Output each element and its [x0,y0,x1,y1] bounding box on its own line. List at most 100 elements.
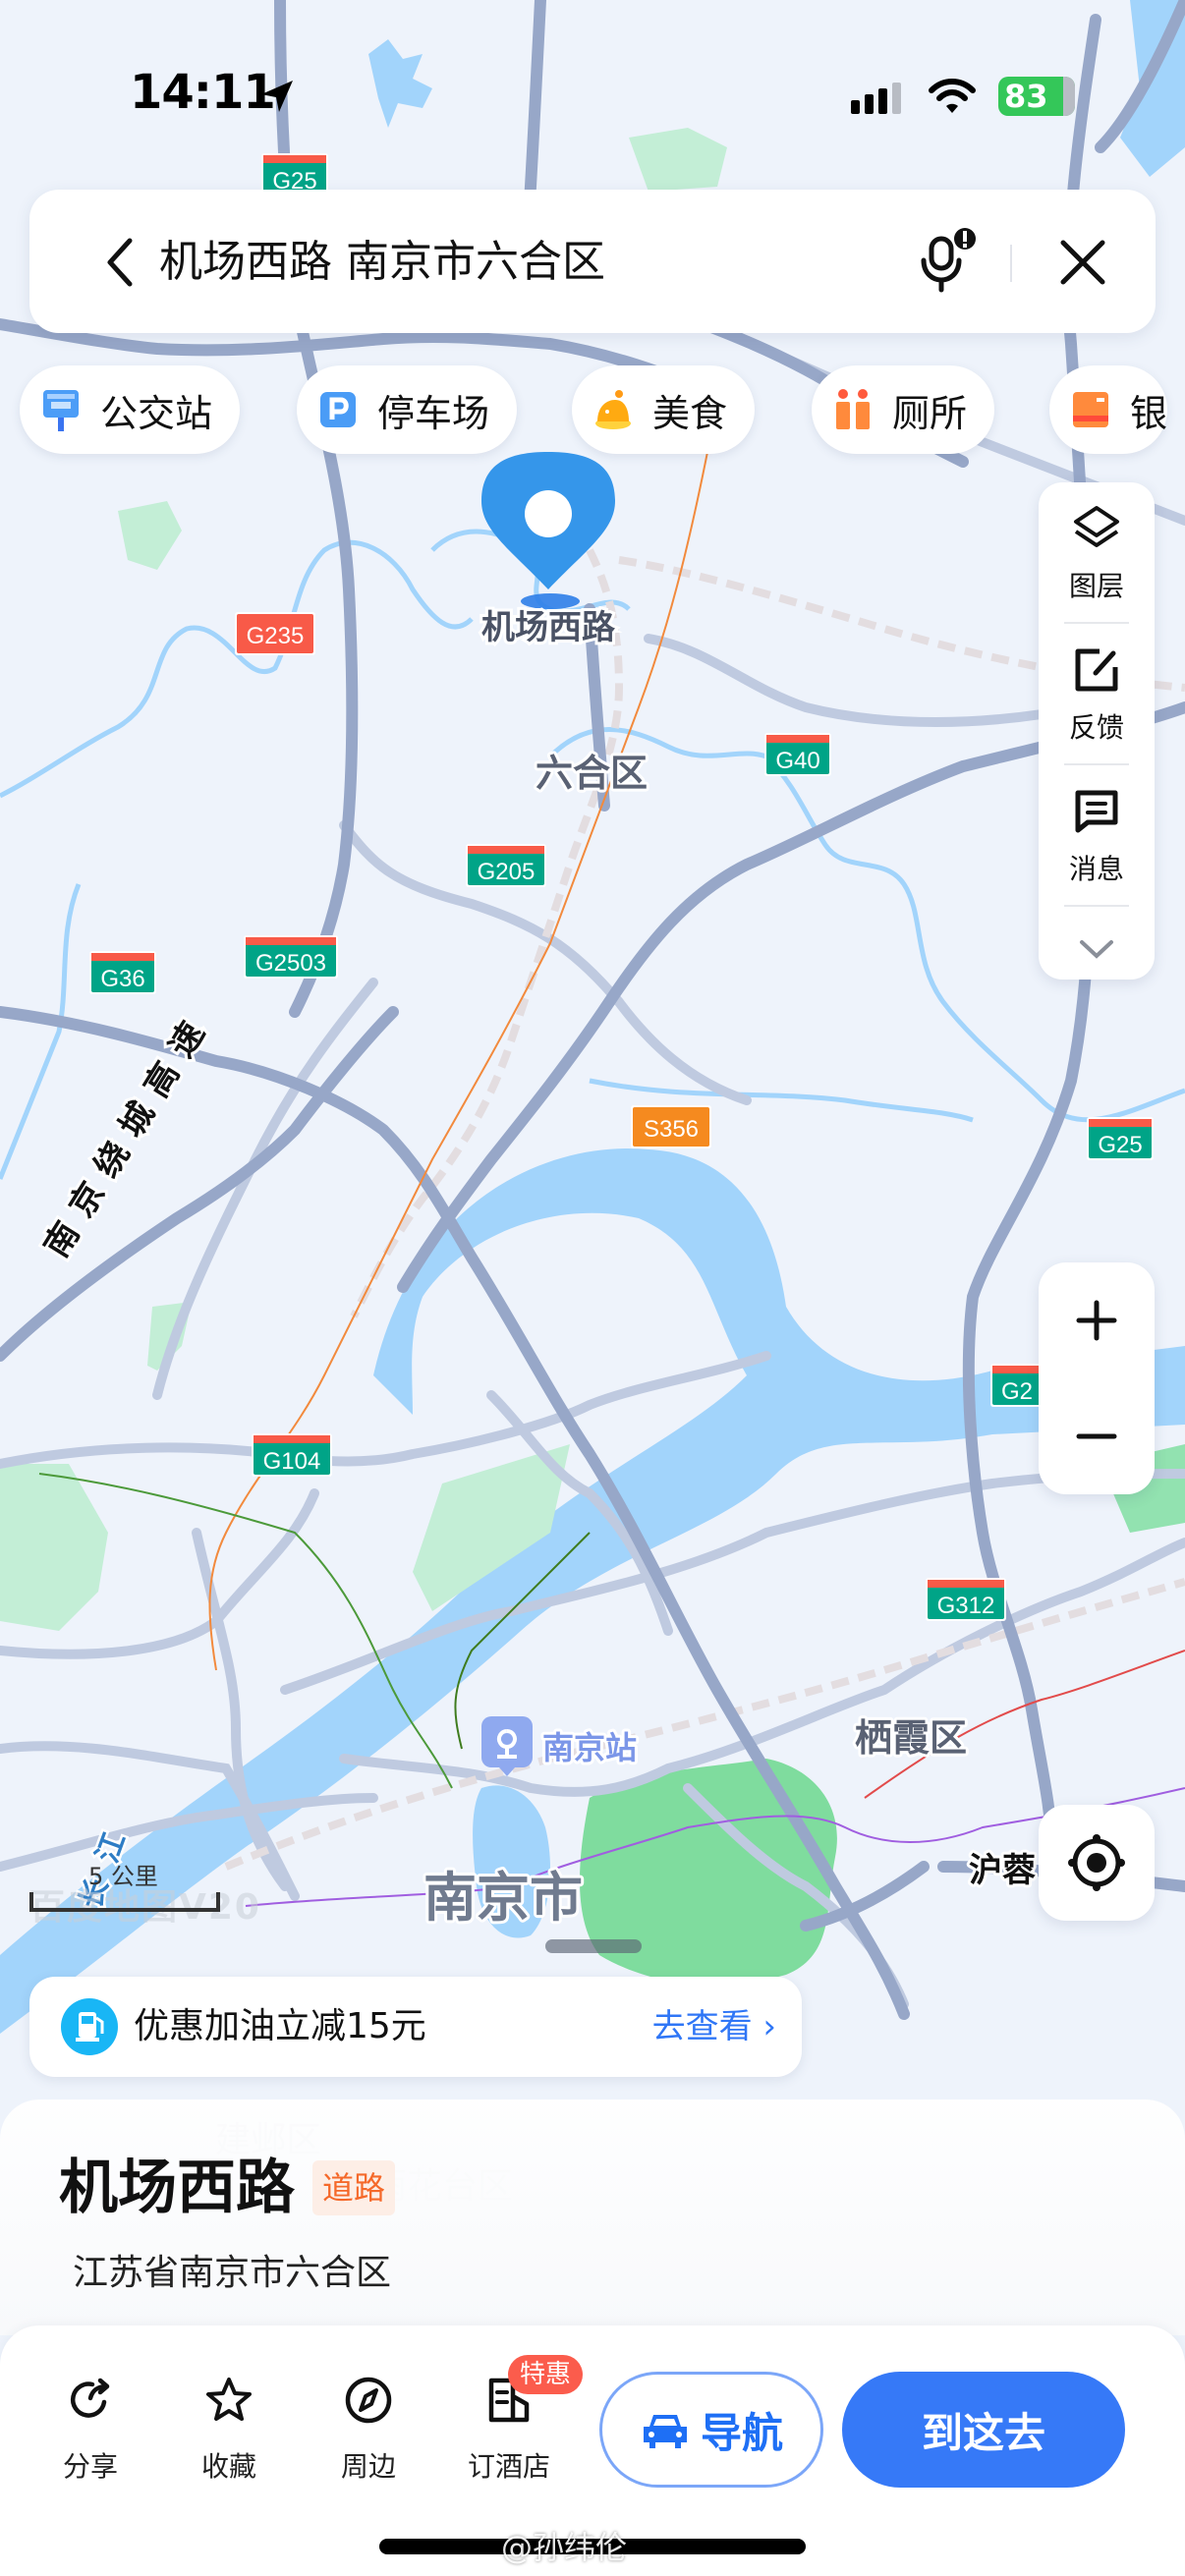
navigate-button[interactable]: 导航 [599,2372,823,2488]
bank-icon [1073,392,1108,427]
bus-stop-icon [43,390,79,431]
navigate-label: 导航 [700,2408,783,2457]
category-chip-toilet[interactable]: 厕所 [812,365,995,454]
promo-view-link[interactable]: 去查看 › [652,2000,776,2053]
highway-shield-g104: G104 [252,1433,332,1477]
location-arrow-icon [261,81,293,112]
category-label: 银 [1130,391,1168,435]
category-row: 公交站 停车场 美食 厕所 银 [0,365,1185,454]
category-label: 厕所 [892,391,968,435]
highway-shield-g205: G205 [466,844,546,887]
highway-shield-label: G235 [247,623,305,649]
tool-label: 消息 [1068,853,1124,885]
city-label-nanjing: 南京市 [423,1867,583,1929]
hotel-deal-badge: 特惠 [508,2355,584,2394]
plus-icon [1076,1300,1117,1341]
share-button[interactable]: 分享 [36,2375,144,2492]
battery-charging-icon: 83 [998,77,1075,116]
nearby-button[interactable]: 周边 [314,2375,423,2492]
tool-label: 图层 [1068,570,1124,602]
action-label: 订酒店 [467,2450,550,2483]
category-chip-parking[interactable]: 停车场 [297,365,518,454]
category-chip-bus-stop[interactable]: 公交站 [20,365,241,454]
highway-shield-label: G25 [1098,1132,1142,1158]
place-address: 江苏省南京市六合区 [73,2253,392,2293]
highway-shield-label: G40 [775,748,819,774]
favorite-button[interactable]: 收藏 [175,2375,283,2492]
food-icon [595,390,631,429]
cellular-signal-icon [851,83,901,114]
toilet-icon [836,389,870,429]
chevron-down-icon[interactable] [1076,936,1117,964]
status-time: 14:11 [130,65,276,120]
place-name: 机场西路 [59,2154,295,2222]
fuel-promo-banner[interactable]: 优惠加油立减15元 去查看 › [29,1977,802,2077]
zoom-in-button[interactable] [1039,1262,1155,1378]
locate-target-icon [1068,1834,1125,1891]
layers-icon [1074,506,1119,547]
highway-shield-g312: G312 [926,1578,1006,1621]
highway-shield-g25: G25 [1087,1117,1154,1160]
highway-shield-g2503: G2503 [244,935,338,979]
car-icon [643,2415,687,2448]
map-tool-panel: 图层 反馈 消息 [1039,482,1155,980]
category-chip-food[interactable]: 美食 [572,365,756,454]
highway-shield-g2: G2 [990,1364,1044,1407]
back-icon[interactable] [98,233,141,292]
fuel-pump-icon [61,1998,118,2055]
place-type-tag: 道路 [312,2160,396,2215]
map-scale: 5 公里 [29,1857,226,1916]
district-label-qixia: 栖霞区 [855,1716,967,1760]
scale-label: 5 公里 [88,1863,158,1890]
category-label: 公交站 [100,391,213,435]
highway-shield-g36: G36 [89,951,156,994]
wifi-icon [929,79,976,113]
action-label: 周边 [340,2450,396,2483]
weibo-watermark: @孙纬伦 [501,2529,628,2566]
highway-shield-label: G104 [263,1448,321,1475]
tool-layers[interactable]: 图层 [1039,482,1155,620]
action-label: 分享 [62,2450,118,2483]
zoom-control [1039,1262,1155,1494]
highway-shield-s356: S356 [631,1105,711,1148]
tool-divider [1064,905,1129,907]
highway-shield-g235: G235 [235,612,315,655]
highway-shield-label: G205 [478,859,536,885]
highway-shield-g40: G40 [764,733,831,776]
district-label-liuhe: 六合区 [536,752,648,795]
station-label-nanjing: 南京站 [542,1729,637,1766]
microphone-icon[interactable] [914,225,977,294]
close-icon[interactable] [1055,235,1110,290]
go-here-button[interactable]: 到这去 [842,2372,1125,2488]
my-location-button[interactable] [1039,1805,1155,1921]
promo-text: 优惠加油立减15元 [134,2006,426,2046]
search-input[interactable]: 机场西路 南京市六合区 [159,233,605,292]
highway-shield-label: S356 [644,1116,699,1143]
sheet-drag-handle[interactable] [545,1939,642,1953]
scale-bar [29,1892,220,1912]
highway-shield-label: G36 [100,966,144,992]
road-label-hurong: 沪蓉 [969,1851,1036,1890]
minus-icon [1076,1433,1117,1439]
parking-icon [320,392,356,427]
status-bar: 14:11 83 [0,0,1185,177]
search-divider [1010,245,1012,282]
pin-label: 机场西路 [481,608,616,647]
highway-shield-label: G2503 [255,950,326,977]
highway-shield-label: G2 [1001,1378,1033,1405]
highway-shield-label: G312 [937,1593,995,1619]
category-label: 美食 [652,391,728,435]
tool-feedback[interactable]: 反馈 [1039,624,1155,761]
tool-messages[interactable]: 消息 [1039,765,1155,903]
compass-icon [345,2377,392,2424]
place-info-sheet[interactable]: 机场西路 道路 江苏省南京市六合区 [0,2100,1185,2335]
share-icon [70,2378,110,2418]
message-icon [1075,790,1118,833]
category-chip-bank[interactable]: 银 [1049,365,1168,454]
battery-level: 83 [1004,78,1048,115]
category-label: 停车场 [377,391,490,435]
tool-label: 反馈 [1068,711,1124,744]
zoom-out-button[interactable] [1039,1378,1155,1494]
search-bar[interactable]: 机场西路 南京市六合区 [29,190,1156,333]
action-label: 收藏 [200,2450,256,2483]
